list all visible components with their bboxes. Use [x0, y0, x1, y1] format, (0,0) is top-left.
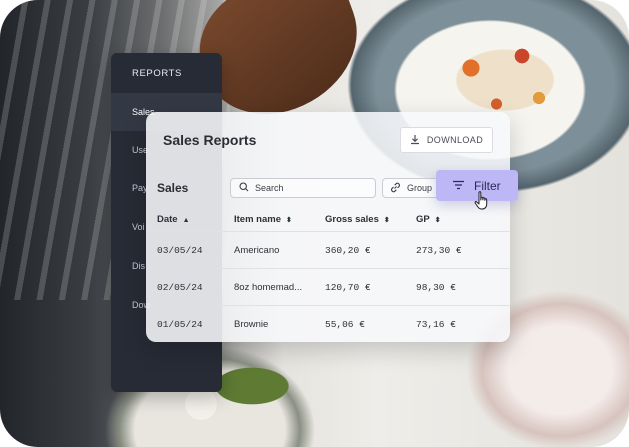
cell-gp: 73,16 €	[416, 305, 510, 342]
cell-item-name: 8oz homemad...	[234, 268, 325, 306]
sort-icon: ⬍	[286, 216, 292, 224]
table-row[interactable]: 03/05/24 Americano 360,20 € 273,30 €	[146, 231, 510, 269]
search-input[interactable]	[255, 183, 365, 193]
search-icon	[239, 179, 249, 197]
sort-icon: ⬍	[383, 216, 390, 224]
cell-gp: 98,30 €	[416, 268, 510, 306]
cell-item-name: Americano	[234, 231, 325, 269]
column-header-item-name[interactable]: Item name ⬍	[234, 207, 325, 232]
sales-table: Date ▲ Item name ⬍ Gross sales ⬍ GP ⬍ 03/05/…	[146, 207, 510, 342]
hand-cursor-icon	[473, 190, 491, 212]
sort-icon: ▲	[182, 216, 190, 224]
cell-gross-sales: 360,20 €	[325, 231, 416, 269]
download-button[interactable]: DOWNLOAD	[400, 127, 493, 153]
table-row[interactable]: 01/05/24 Brownie 55,06 € 73,16 €	[146, 305, 510, 342]
column-header-date[interactable]: Date ▲	[146, 207, 234, 232]
page-title: Sales Reports	[163, 132, 257, 148]
group-label: Group	[407, 183, 433, 193]
cell-date: 02/05/24	[146, 268, 234, 306]
column-header-label: Date	[157, 213, 178, 225]
download-icon	[410, 134, 420, 147]
download-label: DOWNLOAD	[426, 135, 484, 145]
column-header-gross-sales[interactable]: Gross sales ⬍	[325, 207, 416, 232]
sales-reports-card: Sales Reports DOWNLOAD Sales Group Date ▲…	[146, 112, 510, 342]
cell-gross-sales: 120,70 €	[325, 268, 416, 306]
cell-gp: 273,30 €	[416, 231, 510, 269]
section-title: Sales	[157, 181, 189, 195]
group-button[interactable]: Group	[382, 178, 440, 198]
filter-icon	[452, 179, 465, 193]
cell-date: 01/05/24	[146, 305, 234, 342]
column-header-gp[interactable]: GP ⬍	[416, 207, 510, 232]
link-icon	[390, 182, 401, 195]
cell-gross-sales: 55,06 €	[325, 305, 416, 342]
search-field[interactable]	[230, 178, 376, 198]
sort-icon: ⬍	[434, 216, 441, 224]
cell-date: 03/05/24	[146, 231, 234, 269]
column-header-label: Gross sales	[325, 213, 379, 225]
cell-item-name: Brownie	[234, 305, 325, 342]
table-header-row: Date ▲ Item name ⬍ Gross sales ⬍ GP ⬍	[146, 207, 510, 232]
sidebar-brand: REPORTS	[132, 68, 182, 79]
column-header-label: Item name	[234, 213, 281, 225]
table-row[interactable]: 02/05/24 8oz homemad... 120,70 € 98,30 €	[146, 268, 510, 306]
column-header-label: GP	[416, 213, 430, 225]
